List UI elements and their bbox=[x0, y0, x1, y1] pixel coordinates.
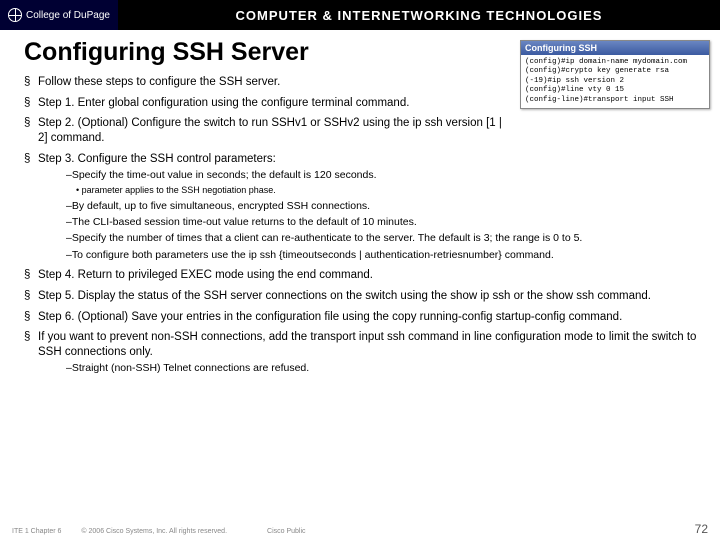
footer-copyright: © 2006 Cisco Systems, Inc. All rights re… bbox=[81, 528, 227, 535]
step3-sub1: –Specify the time-out value in seconds; … bbox=[66, 169, 704, 182]
ssh-callout-body: (config)#ip domain-name mydomain.com (co… bbox=[521, 55, 709, 108]
bullet-step3: Step 3. Configure the SSH control parame… bbox=[24, 152, 704, 262]
step3-sub1a: • parameter applies to the SSH negotiati… bbox=[76, 185, 704, 197]
page-number: 72 bbox=[695, 522, 708, 536]
step3-sub5: –To configure both parameters use the ip… bbox=[66, 249, 704, 262]
step3-sub3: –The CLI-based session time-out value re… bbox=[66, 216, 704, 229]
globe-icon bbox=[8, 8, 22, 22]
bullet-step1: Step 1. Enter global configuration using… bbox=[24, 96, 504, 111]
bullet-step3-text: Step 3. Configure the SSH control parame… bbox=[38, 153, 276, 165]
bullet-prevent-text: If you want to prevent non-SSH connectio… bbox=[38, 331, 696, 358]
footer-chapter: ITE 1 Chapter 6 bbox=[12, 528, 61, 535]
bullet-step2: Step 2. (Optional) Configure the switch … bbox=[24, 116, 504, 145]
college-name: College of DuPage bbox=[26, 10, 110, 21]
step3-sub4: –Specify the number of times that a clie… bbox=[66, 232, 704, 245]
course-title: COMPUTER & INTERNETWORKING TECHNOLOGIES bbox=[118, 8, 720, 23]
bullet-step6: Step 6. (Optional) Save your entries in … bbox=[24, 310, 704, 325]
bullet-intro: Follow these steps to configure the SSH … bbox=[24, 75, 504, 90]
slide-content: Follow these steps to configure the SSH … bbox=[24, 75, 704, 375]
bullet-step5: Step 5. Display the status of the SSH se… bbox=[24, 289, 704, 304]
bullet-prevent-nonssh: If you want to prevent non-SSH connectio… bbox=[24, 330, 704, 375]
bullet-step4: Step 4. Return to privileged EXEC mode u… bbox=[24, 268, 704, 283]
prevent-sub1: –Straight (non-SSH) Telnet connections a… bbox=[66, 362, 704, 375]
ssh-callout-title: Configuring SSH bbox=[521, 41, 709, 55]
header-bar: College of DuPage COMPUTER & INTERNETWOR… bbox=[0, 0, 720, 30]
footer-public: Cisco Public bbox=[267, 528, 306, 535]
ssh-config-callout: Configuring SSH (config)#ip domain-name … bbox=[520, 40, 710, 109]
college-logo: College of DuPage bbox=[0, 0, 118, 30]
step3-sub2: –By default, up to five simultaneous, en… bbox=[66, 200, 704, 213]
footer: ITE 1 Chapter 6 © 2006 Cisco Systems, In… bbox=[12, 522, 708, 536]
